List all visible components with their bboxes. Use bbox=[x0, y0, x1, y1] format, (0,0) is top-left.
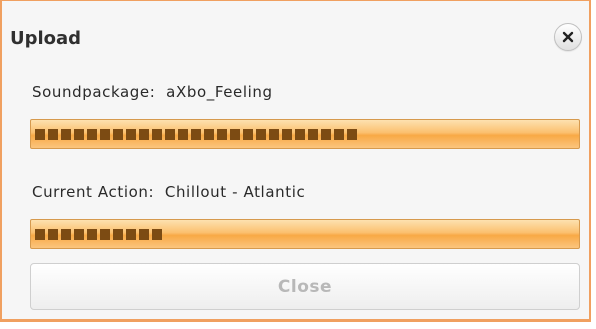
close-x-glyph bbox=[562, 31, 574, 43]
upload-dialog: Upload Soundpackage: aXbo_Feeling Curren… bbox=[0, 0, 591, 322]
current-action-progress-fill bbox=[35, 229, 162, 240]
close-button[interactable]: Close bbox=[30, 263, 580, 310]
dialog-title: Upload bbox=[10, 28, 82, 49]
close-x-icon[interactable] bbox=[554, 23, 582, 51]
soundpackage-progress-fill bbox=[35, 129, 357, 140]
current-action-label: Current Action: Chillout - Atlantic bbox=[32, 183, 306, 201]
soundpackage-label: Soundpackage: aXbo_Feeling bbox=[32, 83, 273, 101]
soundpackage-progress-bar bbox=[30, 119, 580, 149]
close-button-label: Close bbox=[277, 276, 333, 297]
current-action-progress-bar bbox=[30, 219, 580, 249]
